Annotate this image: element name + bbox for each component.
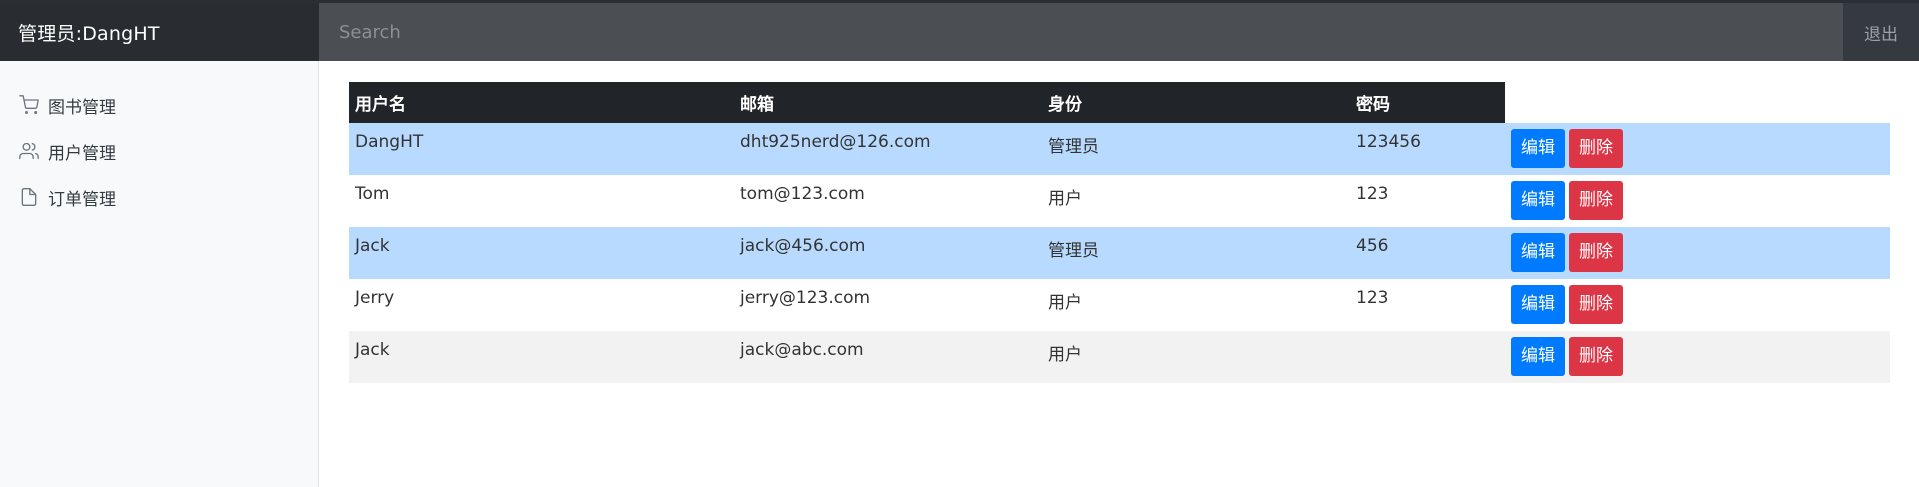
cell-username: DangHT [349, 123, 734, 175]
users-table: 用户名 邮箱 身份 密码 DangHT dht925nerd@126.com 管理员… [349, 82, 1890, 383]
cell-email: jack@abc.com [734, 331, 1042, 383]
cell-password: 123456 [1350, 123, 1505, 175]
sidebar-item-label: 图书管理 [48, 97, 116, 118]
file-icon [21, 188, 37, 206]
logout-link[interactable]: 退出 [1843, 3, 1919, 61]
users-icon [19, 142, 39, 160]
column-header-username: 用户名 [349, 82, 734, 123]
delete-button[interactable]: 删除 [1569, 233, 1623, 272]
column-header-actions [1505, 82, 1890, 123]
cell-actions: 编辑 删除 [1505, 279, 1890, 331]
edit-button[interactable]: 编辑 [1511, 129, 1565, 168]
edit-button[interactable]: 编辑 [1511, 181, 1565, 220]
cell-actions: 编辑 删除 [1505, 123, 1890, 175]
sidebar: 图书管理 用户管理 订单管理 [0, 61, 319, 487]
edit-button[interactable]: 编辑 [1511, 233, 1565, 272]
column-header-password: 密码 [1350, 82, 1505, 123]
cell-role: 用户 [1042, 175, 1350, 227]
table-row: Jerry jerry@123.com 用户 123 编辑 删除 [349, 279, 1890, 331]
table-row: Jack jack@abc.com 用户 编辑 删除 [349, 331, 1890, 383]
sidebar-item-books[interactable]: 图书管理 [0, 82, 318, 128]
cell-actions: 编辑 删除 [1505, 331, 1890, 383]
table-row: Jack jack@456.com 管理员 456 编辑 删除 [349, 227, 1890, 279]
cell-actions: 编辑 删除 [1505, 175, 1890, 227]
search-input[interactable] [319, 3, 1843, 61]
cell-email: jack@456.com [734, 227, 1042, 279]
cell-role: 管理员 [1042, 123, 1350, 175]
cell-username: Jack [349, 331, 734, 383]
delete-button[interactable]: 删除 [1569, 129, 1623, 168]
edit-button[interactable]: 编辑 [1511, 337, 1565, 376]
cell-email: dht925nerd@126.com [734, 123, 1042, 175]
sidebar-item-orders[interactable]: 订单管理 [0, 174, 318, 220]
cell-password: 123 [1350, 175, 1505, 227]
sidebar-item-label: 订单管理 [48, 189, 116, 210]
table-header: 用户名 邮箱 身份 密码 [349, 82, 1890, 123]
cell-role: 管理员 [1042, 227, 1350, 279]
column-header-role: 身份 [1042, 82, 1350, 123]
cell-actions: 编辑 删除 [1505, 227, 1890, 279]
main-content: 用户名 邮箱 身份 密码 DangHT dht925nerd@126.com 管理员… [349, 82, 1890, 383]
cell-username: Jack [349, 227, 734, 279]
cell-username: Jerry [349, 279, 734, 331]
table-row: Tom tom@123.com 用户 123 编辑 删除 [349, 175, 1890, 227]
cart-icon [19, 95, 39, 114]
cell-role: 用户 [1042, 331, 1350, 383]
delete-button[interactable]: 删除 [1569, 337, 1623, 376]
delete-button[interactable]: 删除 [1569, 181, 1623, 220]
cell-email: jerry@123.com [734, 279, 1042, 331]
brand-title[interactable]: 管理员:DangHT [0, 3, 319, 61]
cell-password [1350, 331, 1505, 383]
cell-username: Tom [349, 175, 734, 227]
cell-password: 123 [1350, 279, 1505, 331]
cell-role: 用户 [1042, 279, 1350, 331]
cell-password: 456 [1350, 227, 1505, 279]
sidebar-item-label: 用户管理 [48, 143, 116, 164]
edit-button[interactable]: 编辑 [1511, 285, 1565, 324]
delete-button[interactable]: 删除 [1569, 285, 1623, 324]
table-row: DangHT dht925nerd@126.com 管理员 123456 编辑 删除 [349, 123, 1890, 175]
top-navbar: 管理员:DangHT 退出 [0, 0, 1919, 61]
sidebar-item-users[interactable]: 用户管理 [0, 128, 318, 174]
column-header-email: 邮箱 [734, 82, 1042, 123]
cell-email: tom@123.com [734, 175, 1042, 227]
